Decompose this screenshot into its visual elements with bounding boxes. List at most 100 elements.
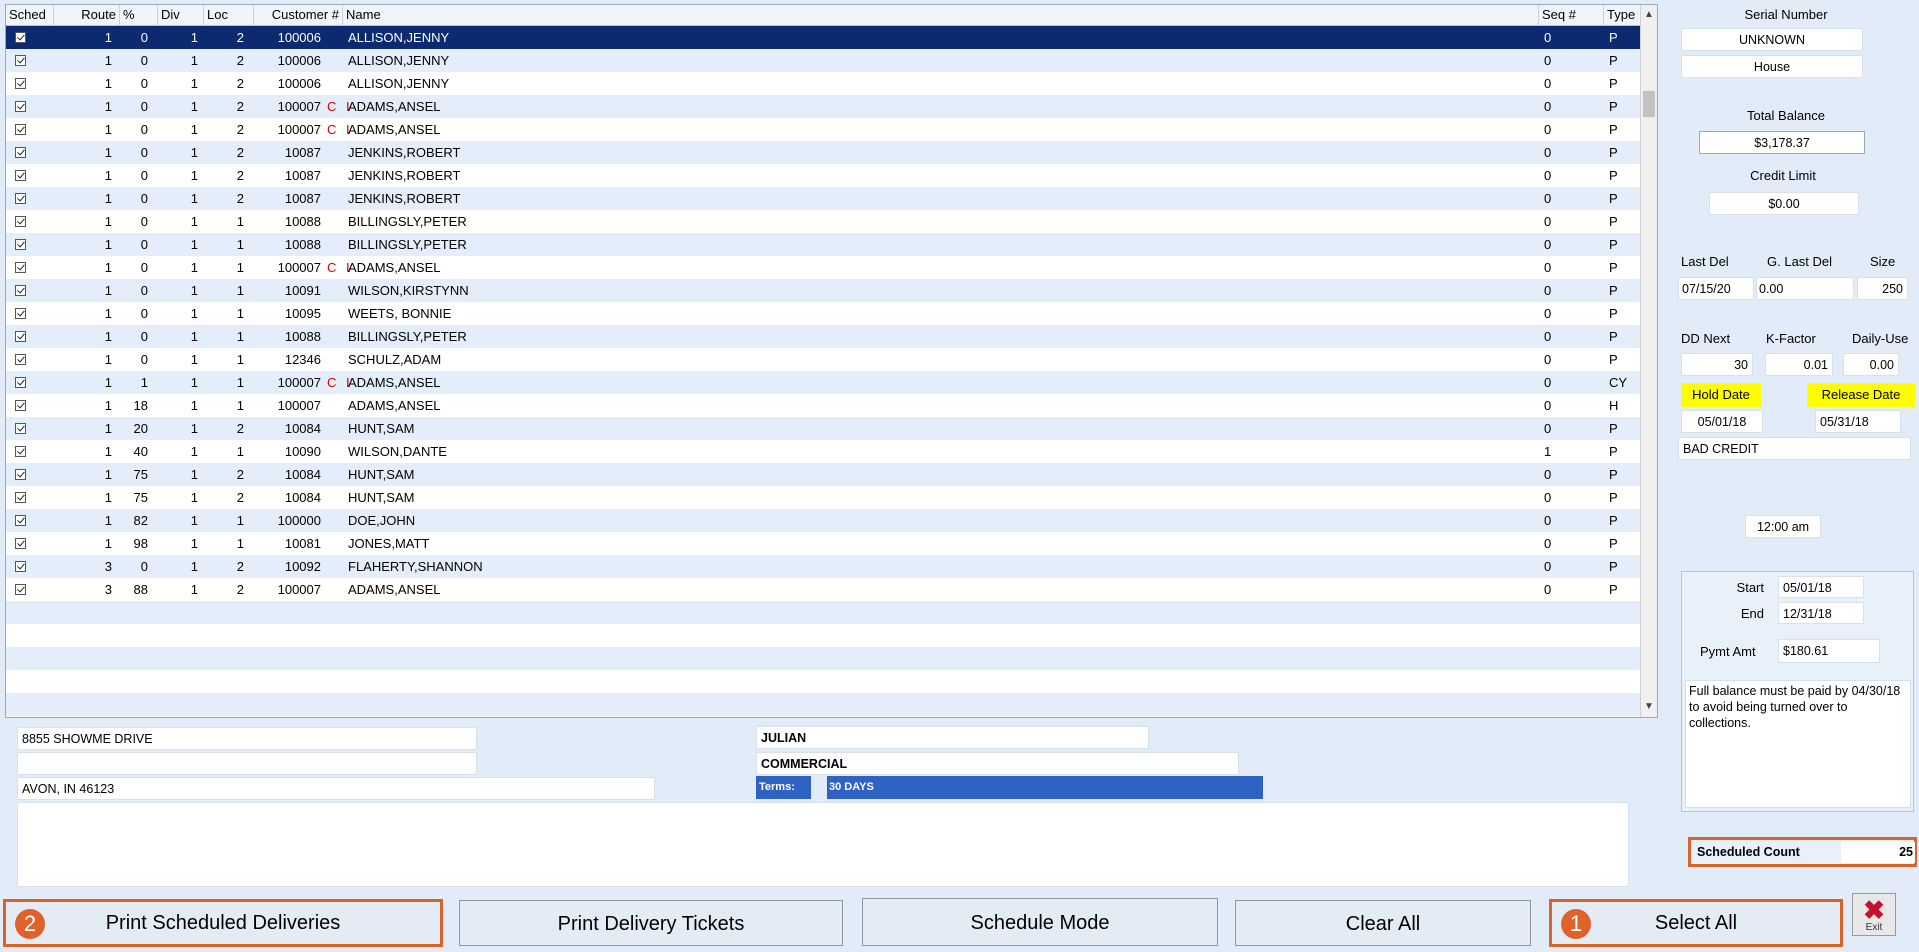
grid-scrollbar[interactable]: ▲ ▼ — [1640, 5, 1657, 717]
div-cell: 1 — [190, 191, 198, 206]
customer-cell: 100007 — [277, 260, 321, 275]
table-row[interactable]: 1 0 1 1 10088 BILLINGSLY,PETER 0 P — [6, 325, 1642, 348]
scroll-down-icon[interactable]: ▼ — [1641, 699, 1657, 715]
table-row[interactable]: 1 0 1 2 100006 ALLISON,JENNY 0 P — [6, 49, 1642, 72]
table-row[interactable]: 1 0 1 1 100007 C I ADAMS,ANSEL 0 P — [6, 256, 1642, 279]
select-all-button[interactable]: 1 Select All — [1549, 899, 1843, 947]
name-cell: ADAMS,ANSEL — [348, 122, 441, 137]
customer-cell: 10088 — [284, 329, 321, 344]
route-cell: 1 — [104, 260, 112, 275]
empty-row — [6, 670, 1642, 693]
customer-cell: 10087 — [284, 191, 321, 206]
table-row[interactable]: 1 20 1 2 10084 HUNT,SAM 0 P — [6, 417, 1642, 440]
col-header-type[interactable]: Type — [1604, 5, 1642, 25]
delivery-grid[interactable]: Sched Route % Div Loc Customer # Name Se… — [5, 4, 1658, 718]
serial-number-field[interactable]: UNKNOWN — [1681, 28, 1863, 51]
col-header-pct[interactable]: % — [120, 5, 158, 25]
customer-cell: 10087 — [284, 145, 321, 160]
payment-note[interactable]: Full balance must be paid by 04/30/18 to… — [1685, 680, 1911, 808]
col-header-route[interactable]: Route — [54, 5, 120, 25]
table-row[interactable]: 1 0 1 2 100006 ALLISON,JENNY 0 P — [6, 26, 1642, 49]
col-header-customer[interactable]: Customer # — [254, 5, 343, 25]
tank-location-field[interactable]: House — [1681, 55, 1863, 78]
credit-limit-field[interactable]: $0.00 — [1709, 192, 1859, 215]
address-line2[interactable] — [17, 752, 477, 775]
table-row[interactable]: 1 98 1 1 10081 JONES,MATT 0 P — [6, 532, 1642, 555]
k-factor-field[interactable]: 0.01 — [1765, 353, 1833, 376]
col-header-sched[interactable]: Sched — [6, 5, 54, 25]
table-row[interactable]: 1 82 1 1 100000 DOE,JOHN 0 P — [6, 509, 1642, 532]
table-row[interactable]: 3 0 1 2 10092 FLAHERTY,SHANNON 0 P — [6, 555, 1642, 578]
table-row[interactable]: 1 0 1 1 12346 SCHULZ,ADAM 0 P — [6, 348, 1642, 371]
schedule-mode-button[interactable]: Schedule Mode — [862, 898, 1218, 946]
table-row[interactable]: 1 0 1 2 100007 C I ADAMS,ANSEL 0 P — [6, 95, 1642, 118]
table-row[interactable]: 1 0 1 2 10087 JENKINS,ROBERT 0 P — [6, 164, 1642, 187]
customer-cell: 100007 — [277, 99, 321, 114]
col-header-loc[interactable]: Loc — [204, 5, 254, 25]
table-row[interactable]: 1 0 1 2 100007 C I ADAMS,ANSEL 0 P — [6, 118, 1642, 141]
loc-cell: 2 — [236, 168, 244, 183]
route-cell: 1 — [104, 536, 112, 551]
route-cell: 1 — [104, 214, 112, 229]
loc-cell: 1 — [236, 329, 244, 344]
address-line1[interactable]: 8855 SHOWME DRIVE — [17, 727, 477, 750]
table-row[interactable]: 1 0 1 2 100006 ALLISON,JENNY 0 P — [6, 72, 1642, 95]
category-field[interactable]: COMMERCIAL — [756, 752, 1239, 775]
address-city[interactable]: AVON, IN 46123 — [17, 777, 655, 800]
table-row[interactable]: 1 0 1 1 10088 BILLINGSLY,PETER 0 P — [6, 233, 1642, 256]
table-row[interactable]: 3 88 1 2 100007 ADAMS,ANSEL 0 P — [6, 578, 1642, 601]
table-row[interactable]: 1 0 1 2 10087 JENKINS,ROBERT 0 P — [6, 187, 1642, 210]
table-row[interactable]: 1 0 1 1 10095 WEETS, BONNIE 0 P — [6, 302, 1642, 325]
hold-reason-field[interactable]: BAD CREDIT — [1678, 437, 1911, 460]
exit-button[interactable]: ✖ Exit — [1852, 893, 1896, 936]
name-cell: ADAMS,ANSEL — [348, 375, 441, 390]
col-header-seq[interactable]: Seq # — [1539, 5, 1604, 25]
loc-cell: 2 — [236, 76, 244, 91]
print-delivery-tickets-button[interactable]: Print Delivery Tickets — [459, 900, 843, 946]
table-row[interactable]: 1 75 1 2 10084 HUNT,SAM 0 P — [6, 486, 1642, 509]
g-last-del-field[interactable]: 0.00 — [1756, 277, 1854, 300]
pct-cell: 0 — [140, 168, 148, 183]
last-del-field[interactable]: 07/15/20 — [1678, 277, 1754, 300]
end-field[interactable]: 12/31/18 — [1778, 602, 1864, 624]
daily-use-field[interactable]: 0.00 — [1843, 353, 1899, 376]
county-field[interactable]: JULIAN — [756, 726, 1149, 749]
pct-cell: 20 — [133, 421, 148, 436]
terms-value[interactable]: 30 DAYS — [827, 776, 1263, 799]
table-row[interactable]: 1 18 1 1 100007 ADAMS,ANSEL 0 H — [6, 394, 1642, 417]
table-row[interactable]: 1 1 1 1 100007 C I ADAMS,ANSEL 0 CY — [6, 371, 1642, 394]
customer-cell: 10092 — [284, 559, 321, 574]
scroll-thumb[interactable] — [1643, 91, 1655, 117]
hold-date-field[interactable]: 05/01/18 — [1681, 410, 1763, 433]
route-cell: 1 — [104, 329, 112, 344]
col-header-name[interactable]: Name — [343, 5, 1539, 25]
table-row[interactable]: 1 0 1 1 10091 WILSON,KIRSTYNN 0 P — [6, 279, 1642, 302]
name-cell: HUNT,SAM — [348, 490, 415, 505]
loc-cell: 1 — [236, 306, 244, 321]
table-row[interactable]: 1 75 1 2 10084 HUNT,SAM 0 P — [6, 463, 1642, 486]
div-cell: 1 — [190, 582, 198, 597]
dd-next-field[interactable]: 30 — [1681, 353, 1753, 376]
loc-cell: 2 — [236, 122, 244, 137]
scheduled-count-box: Scheduled Count 25 — [1688, 837, 1917, 867]
total-balance-field[interactable]: $3,178.37 — [1699, 131, 1865, 154]
start-field[interactable]: 05/01/18 — [1778, 576, 1864, 598]
pymt-amt-field[interactable]: $180.61 — [1778, 639, 1880, 663]
type-cell: P — [1609, 145, 1618, 160]
scroll-up-icon[interactable]: ▲ — [1641, 7, 1657, 23]
type-cell: P — [1609, 329, 1618, 344]
table-row[interactable]: 1 0 1 2 10087 JENKINS,ROBERT 0 P — [6, 141, 1642, 164]
pct-cell: 1 — [140, 375, 148, 390]
print-scheduled-deliveries-button[interactable]: 2 Print Scheduled Deliveries — [3, 899, 443, 947]
col-header-div[interactable]: Div — [158, 5, 204, 25]
table-row[interactable]: 1 40 1 1 10090 WILSON,DANTE 1 P — [6, 440, 1642, 463]
seq-cell: 0 — [1544, 191, 1552, 206]
size-field[interactable]: 250 — [1857, 277, 1908, 300]
last-del-label: Last Del — [1681, 254, 1729, 269]
notes-area[interactable] — [17, 802, 1629, 887]
time-field[interactable]: 12:00 am — [1745, 515, 1821, 538]
customer-cell: 10084 — [284, 490, 321, 505]
table-row[interactable]: 1 0 1 1 10088 BILLINGSLY,PETER 0 P — [6, 210, 1642, 233]
clear-all-button[interactable]: Clear All — [1235, 900, 1531, 946]
release-date-field[interactable]: 05/31/18 — [1815, 410, 1901, 433]
